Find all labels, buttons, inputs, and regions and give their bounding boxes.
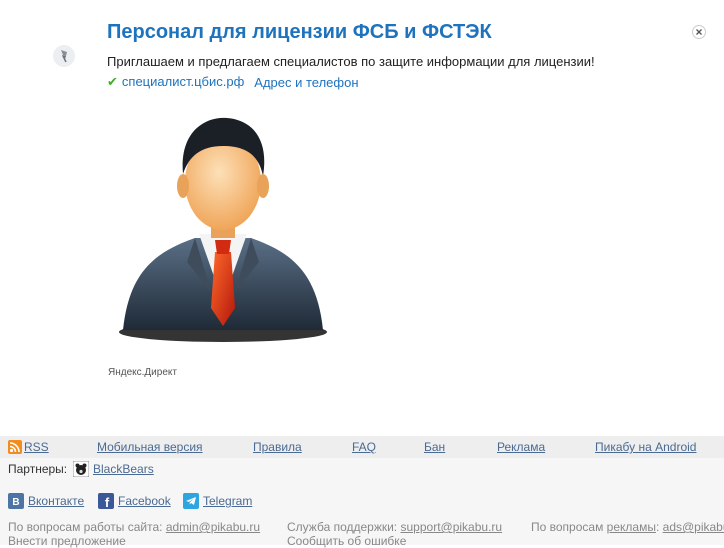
- contact-support-email[interactable]: support@pikabu.ru: [401, 520, 503, 534]
- footer-link-ads[interactable]: Реклама: [497, 440, 545, 454]
- contact-work-label: По вопросам работы сайта:: [8, 520, 163, 534]
- contact-work-email[interactable]: admin@pikabu.ru: [166, 520, 260, 534]
- ad-source[interactable]: Яндекс.Директ: [108, 367, 177, 378]
- vk-icon[interactable]: B: [8, 493, 24, 509]
- svg-text:B: B: [12, 497, 19, 508]
- footer-link-rules[interactable]: Правила: [253, 440, 302, 454]
- contact-work: По вопросам работы сайта: admin@pikabu.r…: [8, 520, 260, 548]
- check-icon: ✔: [107, 74, 118, 89]
- footer-links-bar: RSS Мобильная версия Правила FAQ Бан Рек…: [0, 436, 724, 458]
- rss-icon[interactable]: [8, 440, 22, 454]
- ad-text: Приглашаем и предлагаем специалистов по …: [107, 54, 595, 69]
- footer-link-mobile[interactable]: Мобильная версия: [97, 440, 203, 454]
- ad-links: ✔ специалист.цбис.рф Адрес и телефон: [107, 74, 359, 90]
- ad-site-link[interactable]: специалист.цбис.рф: [122, 74, 244, 89]
- ad-site-link-wrap[interactable]: ✔ специалист.цбис.рф: [107, 74, 244, 90]
- social-telegram[interactable]: Telegram: [183, 493, 252, 509]
- ad-title[interactable]: Персонал для лицензии ФСБ и ФСТЭК: [107, 21, 492, 44]
- partner-blackbears-link[interactable]: BlackBears: [93, 462, 154, 476]
- pin-icon: [52, 44, 76, 68]
- contact-support: Служба поддержки: support@pikabu.ru Сооб…: [287, 520, 502, 548]
- contact-ads-email[interactable]: ads@pikabu.ru: [663, 520, 724, 534]
- close-icon[interactable]: [692, 25, 706, 39]
- facebook-icon[interactable]: f: [98, 493, 114, 510]
- footer-link-android[interactable]: Пикабу на Android: [595, 440, 696, 454]
- footer-link-ban[interactable]: Бан: [424, 440, 445, 454]
- svg-text:f: f: [105, 495, 110, 509]
- contact-ads-label: По вопросам: [531, 520, 604, 534]
- social-vk[interactable]: B Вконтакте: [8, 493, 84, 509]
- footer-link-rss[interactable]: RSS: [24, 440, 49, 454]
- social-facebook[interactable]: f Facebook: [98, 493, 171, 510]
- contact-ads: По вопросам рекламы: ads@pikabu.ru: [531, 520, 724, 534]
- telegram-icon[interactable]: [183, 493, 199, 509]
- contact-ads-link[interactable]: рекламы: [607, 520, 656, 534]
- partners-row: Партнеры: BlackBears: [0, 458, 724, 480]
- contact-support-label: Служба поддержки:: [287, 520, 398, 534]
- social-telegram-link[interactable]: Telegram: [203, 494, 252, 508]
- partners-label: Партнеры:: [8, 462, 68, 476]
- report-error-link[interactable]: Сообщить об ошибке: [287, 534, 406, 548]
- ad-image-businessman[interactable]: [115, 112, 331, 354]
- suggest-link[interactable]: Внести предложение: [8, 534, 126, 548]
- footer-link-faq[interactable]: FAQ: [352, 440, 376, 454]
- ad-contacts-link[interactable]: Адрес и телефон: [254, 75, 358, 90]
- social-vk-link[interactable]: Вконтакте: [28, 494, 84, 508]
- social-facebook-link[interactable]: Facebook: [118, 494, 171, 508]
- blackbears-icon[interactable]: [72, 460, 90, 478]
